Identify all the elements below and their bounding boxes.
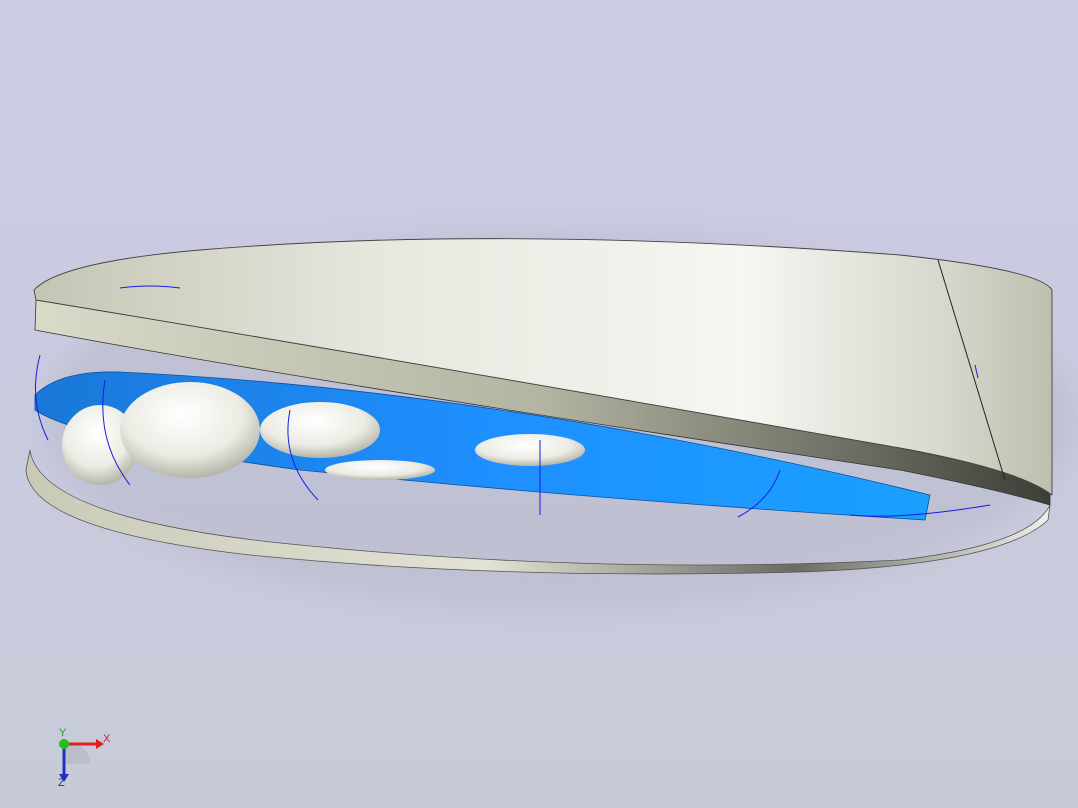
ball-3[interactable] <box>260 402 380 458</box>
y-axis-label: Y <box>59 727 67 739</box>
ball-2[interactable] <box>120 382 260 478</box>
3d-viewport[interactable]: X Y Z <box>0 0 1078 808</box>
ball-5[interactable] <box>325 460 435 480</box>
ball-4[interactable] <box>475 434 585 466</box>
axis-triad: X Y Z <box>50 728 120 792</box>
y-axis-dot <box>59 739 69 749</box>
model-scene[interactable] <box>0 0 1078 808</box>
z-axis-label: Z <box>58 777 65 789</box>
x-axis-label: X <box>103 733 111 745</box>
